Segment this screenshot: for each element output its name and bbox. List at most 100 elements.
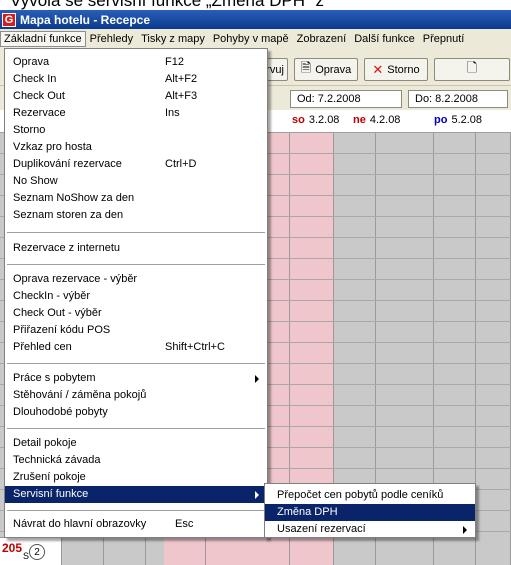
menu-item-rezervace-z-internetu[interactable]: Rezervace z internetu	[5, 240, 267, 257]
document-icon: 🗋	[466, 59, 478, 75]
menu-separator	[7, 510, 265, 511]
menu-item-no-show[interactable]: No Show	[5, 173, 267, 190]
menu-separator	[7, 232, 265, 233]
day-header: po 5.2.08	[434, 114, 482, 126]
date-from-field[interactable]: Od: 7.2.2008	[290, 90, 402, 108]
menu-item-label: Přehled cen	[13, 341, 72, 353]
submenu-item-usazeni-rezervaci[interactable]: Usazení rezervací	[265, 521, 475, 538]
submenu-item-zmena-dph[interactable]: Změna DPH	[265, 504, 475, 521]
menu-item-oprava-rezervace-vyber[interactable]: Oprava rezervace - výběr	[5, 271, 267, 288]
submenu-arrow-icon	[255, 375, 259, 383]
submenu-arrow-icon	[463, 526, 467, 534]
menu-tisky-z-mapy[interactable]: Tisky z mapy	[137, 31, 209, 47]
submenu-arrow-icon	[255, 491, 259, 499]
day-of-week: ne	[353, 114, 366, 126]
day-of-week: so	[292, 114, 305, 126]
menu-item-label: Check Out - výběr	[13, 307, 102, 319]
menu-item-storno[interactable]: Storno	[5, 122, 267, 139]
menu-item-label: Detail pokoje	[13, 437, 77, 449]
day-header: ne 4.2.08	[353, 114, 400, 126]
zakladni-funkce-menu: Oprava F12 Check In Alt+F2 Check Out Alt+F3…	[4, 48, 268, 538]
menu-item-label: Dlouhodobé pobyty	[13, 406, 108, 418]
menu-separator	[7, 264, 265, 265]
menu-item-servisni-funkce[interactable]: Servisní funkce	[5, 486, 267, 503]
menu-item-duplikovani-rezervace[interactable]: Duplikování rezervace Ctrl+D	[5, 156, 267, 173]
menu-item-label: Duplikování rezervace	[13, 158, 122, 170]
caption-strip: Vyvolá se servisní funkce „Změna DPH“ z	[0, 0, 511, 10]
date-to-field[interactable]: Do: 8.2.2008	[408, 90, 508, 108]
menu-item-label: Rezervace z internetu	[13, 242, 120, 254]
menu-item-label: Stěhování / záměna pokojů	[13, 389, 147, 401]
menu-item-detail-pokoje[interactable]: Detail pokoje	[5, 435, 267, 452]
menu-item-shortcut: Alt+F2	[165, 73, 198, 85]
day-date: 3.2.08	[308, 114, 340, 126]
menu-item-label: Práce s pobytem	[13, 372, 96, 384]
menu-item-seznam-storen[interactable]: Seznam storen za den	[5, 207, 267, 224]
menu-prehledy[interactable]: Přehledy	[86, 31, 137, 47]
menu-item-label: Seznam storen za den	[13, 209, 124, 221]
menu-item-technicka-zavada[interactable]: Technická závada	[5, 452, 267, 469]
menu-item-shortcut: Esc	[175, 518, 194, 530]
menu-pohyby-v-mape[interactable]: Pohyby v mapě	[209, 31, 293, 47]
close-icon: ✕	[372, 61, 384, 77]
menu-item-label: Seznam NoShow za den	[13, 192, 135, 204]
menu-item-vzkaz-pro-hosta[interactable]: Vzkaz pro hosta	[5, 139, 267, 156]
menu-item-checkout-vyber[interactable]: Check Out - výběr	[5, 305, 267, 322]
menu-item-label: Technická závada	[13, 454, 101, 466]
window-title: Mapa hotelu - Recepce	[20, 12, 151, 27]
document-button[interactable]: 🗋	[434, 58, 510, 81]
menu-item-prace-s-pobytem[interactable]: Práce s pobytem	[5, 370, 267, 387]
menu-item-label: No Show	[13, 175, 58, 187]
menu-item-label: Servisní funkce	[13, 488, 89, 500]
menu-item-checkin-vyber[interactable]: CheckIn - výběr	[5, 288, 267, 305]
menu-item-rezervace[interactable]: Rezervace Ins	[5, 105, 267, 122]
menu-item-zruseni-pokoje[interactable]: Zrušení pokoje	[5, 469, 267, 486]
day-of-week: po	[434, 114, 448, 126]
menu-item-dlouhodobe-pobyty[interactable]: Dlouhodobé pobyty	[5, 404, 267, 421]
menu-item-prirazeni-kodu-pos[interactable]: Přiřazení kódu POS	[5, 322, 267, 339]
title-bar: G Mapa hotelu - Recepce	[0, 10, 511, 29]
app-icon: G	[2, 12, 16, 27]
menu-separator	[7, 428, 265, 429]
menu-item-shortcut: Ins	[165, 107, 180, 119]
menu-item-seznam-noshow[interactable]: Seznam NoShow za den	[5, 190, 267, 207]
menu-item-label: Check In	[13, 73, 57, 85]
day-date: 4.2.08	[369, 114, 401, 126]
menu-zakladni-funkce[interactable]: Základní funkce	[0, 30, 86, 47]
submenu-item-prepocet-cen[interactable]: Přepočet cen pobytů podle ceníků	[265, 487, 475, 504]
menu-item-navrat-do-hlavni-obrazovky[interactable]: Návrat do hlavní obrazovky Esc	[5, 516, 267, 533]
caption-text: Vyvolá se servisní funkce „Změna DPH“ z	[10, 0, 324, 10]
menu-item-label: Storno	[13, 124, 46, 136]
menu-item-label: Check Out	[13, 90, 65, 102]
room-cell[interactable]: 205 S 2	[0, 537, 62, 565]
day-header: so 3.2.08	[292, 114, 339, 126]
menu-separator	[7, 363, 265, 364]
submenu-item-label: Změna DPH	[277, 506, 338, 518]
menu-item-label: Zrušení pokoje	[13, 471, 86, 483]
menu-item-shortcut: F12	[165, 56, 184, 68]
menu-item-prehled-cen[interactable]: Přehled cen Shift+Ctrl+C	[5, 339, 267, 356]
menu-item-check-in[interactable]: Check In Alt+F2	[5, 71, 267, 88]
menu-item-shortcut: Alt+F3	[165, 90, 198, 102]
menu-item-stehovani-zamena[interactable]: Stěhování / záměna pokojů	[5, 387, 267, 404]
storno-label: Storno	[387, 63, 420, 76]
menu-item-shortcut: Ctrl+D	[165, 158, 197, 170]
edit-document-icon: 🗎	[300, 59, 312, 75]
menu-item-check-out[interactable]: Check Out Alt+F3	[5, 88, 267, 105]
submenu-item-label: Usazení rezervací	[277, 523, 366, 535]
menu-dalsi-funkce[interactable]: Další funkce	[350, 31, 419, 47]
day-date: 5.2.08	[451, 114, 483, 126]
menu-item-label: Návrat do hlavní obrazovky	[13, 518, 147, 530]
menu-item-label: Oprava	[13, 56, 50, 68]
grid-column	[476, 133, 511, 565]
room-number: 205	[2, 541, 23, 555]
menu-zobrazeni[interactable]: Zobrazení	[293, 31, 351, 47]
menu-prepnuti[interactable]: Přepnutí	[419, 31, 469, 47]
oprava-label: Oprava	[315, 63, 352, 76]
menu-item-label: Přiřazení kódu POS	[13, 324, 111, 336]
servisni-funkce-submenu: Přepočet cen pobytů podle ceníků Změna D…	[264, 483, 476, 538]
storno-button[interactable]: ✕ Storno	[364, 58, 428, 81]
menu-bar: Základní funkce Přehledy Tisky z mapy Po…	[0, 29, 511, 48]
oprava-button[interactable]: 🗎 Oprava	[294, 58, 358, 81]
menu-item-oprava[interactable]: Oprava F12	[5, 54, 267, 71]
